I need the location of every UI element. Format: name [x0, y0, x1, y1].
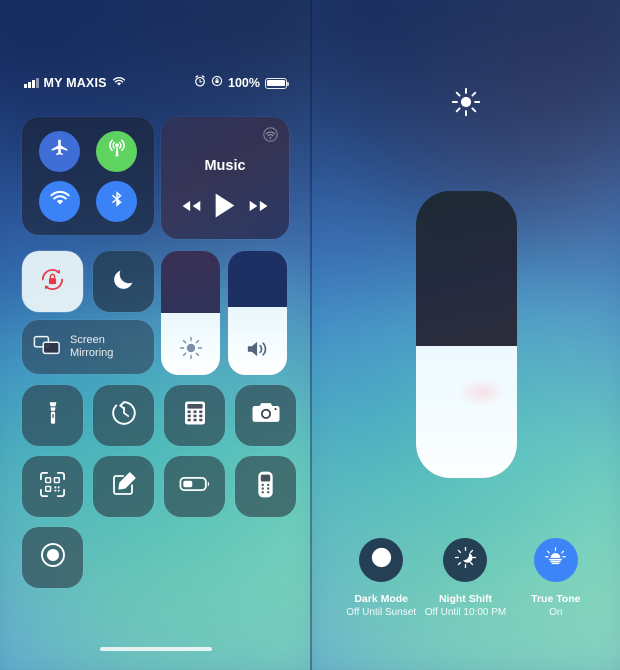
wifi-icon	[112, 74, 126, 92]
tv-remote-icon	[257, 470, 274, 504]
cellular-signal-icon	[24, 78, 39, 88]
music-title: Music	[204, 158, 246, 174]
rotation-lock-button[interactable]	[22, 251, 83, 312]
bluetooth-button[interactable]	[96, 180, 137, 222]
volume-slider[interactable]	[228, 251, 287, 375]
airplay-audio-icon[interactable]	[263, 127, 278, 147]
dark-mode-circle[interactable]	[359, 538, 404, 582]
screen-mirroring-label: Screen Mirroring	[70, 334, 114, 359]
brightness-expanded-fill	[416, 345, 517, 478]
speaker-icon	[228, 337, 287, 361]
night-shift-label: Night Shift	[438, 593, 493, 605]
home-indicator[interactable]	[99, 646, 212, 651]
notes-pencil-icon	[110, 470, 138, 503]
low-power-mode-button[interactable]	[164, 456, 225, 517]
dark-mode-label: Dark Mode	[354, 593, 408, 605]
qr-code-icon	[39, 471, 66, 503]
timer-icon	[110, 399, 138, 432]
previous-track-button[interactable]	[180, 199, 202, 213]
control-center-right-brightness-expanded: Dark Mode Off Until Sunset Night Shift O…	[311, 0, 620, 670]
do-not-disturb-button[interactable]	[93, 251, 154, 312]
airplane-icon	[49, 138, 70, 164]
night-shift-toggle[interactable]: Night Shift Off Until 10:00 PM	[423, 538, 507, 618]
night-shift-state: Off Until 10:00 PM	[424, 607, 507, 618]
screen-mirroring-icon	[33, 334, 61, 361]
rotation-lock-icon	[211, 74, 223, 92]
sun-icon	[161, 335, 220, 361]
true-tone-label: True Tone	[531, 593, 581, 605]
true-tone-icon	[543, 545, 568, 575]
true-tone-state: On	[549, 607, 563, 618]
qr-code-scanner-button[interactable]	[22, 456, 83, 517]
night-shift-circle[interactable]	[443, 538, 488, 582]
brightness-slider[interactable]	[161, 251, 220, 375]
dark-mode-state: Off Until Sunset	[346, 607, 417, 618]
next-track-button[interactable]	[248, 199, 270, 213]
alarm-clock-icon	[194, 74, 206, 92]
status-bar: MY MAXIS 100%	[0, 72, 311, 94]
dark-mode-toggle[interactable]: Dark Mode Off Until Sunset	[339, 538, 423, 618]
wifi-button[interactable]	[39, 180, 80, 222]
battery-full-icon	[265, 77, 290, 89]
carrier-label: MY MAXIS	[43, 76, 107, 90]
battery-percent-label: 100%	[228, 76, 260, 90]
brightness-slider-expanded[interactable]	[416, 191, 517, 478]
camera-icon	[251, 401, 281, 430]
rotation-lock-icon	[38, 265, 67, 299]
play-button[interactable]	[213, 192, 237, 219]
dark-mode-icon	[369, 545, 394, 575]
record-circle-icon	[38, 540, 68, 575]
connectivity-module[interactable]	[22, 117, 154, 235]
camera-button[interactable]	[235, 385, 296, 446]
cellular-data-button[interactable]	[96, 130, 137, 172]
night-shift-icon	[453, 545, 478, 575]
bluetooth-icon	[107, 189, 127, 214]
notes-button[interactable]	[93, 456, 154, 517]
flashlight-icon	[40, 400, 66, 431]
moon-icon	[111, 266, 137, 297]
true-tone-circle[interactable]	[533, 538, 578, 582]
calculator-icon	[183, 400, 207, 431]
airplane-mode-button[interactable]	[39, 130, 80, 172]
screen-recording-button[interactable]	[22, 527, 83, 588]
timer-button[interactable]	[93, 385, 154, 446]
true-tone-toggle[interactable]: True Tone On	[514, 538, 598, 618]
apple-tv-remote-button[interactable]	[235, 456, 296, 517]
music-module[interactable]: Music	[161, 117, 289, 239]
control-center-left: MY MAXIS 100% Music Screen Mirroring	[0, 0, 311, 670]
flashlight-button[interactable]	[22, 385, 83, 446]
battery-low-icon	[179, 475, 211, 498]
cellular-antenna-icon	[106, 138, 128, 165]
sun-icon	[450, 86, 482, 123]
display-toggles: Dark Mode Off Until Sunset Night Shift O…	[311, 538, 620, 618]
screen-mirroring-button[interactable]: Screen Mirroring	[22, 320, 154, 374]
calculator-button[interactable]	[164, 385, 225, 446]
wifi-icon	[49, 190, 71, 212]
